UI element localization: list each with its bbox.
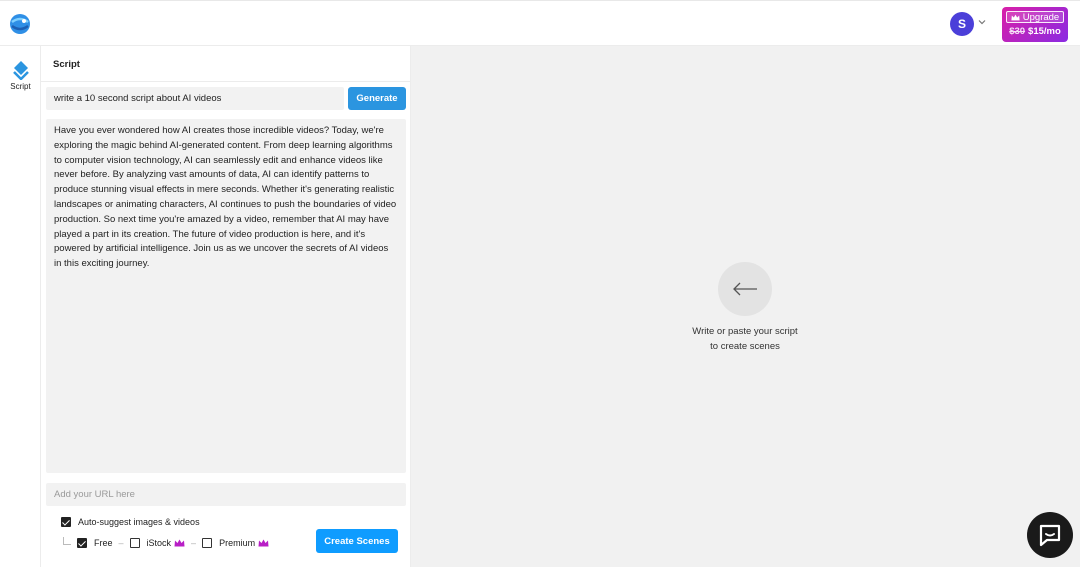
free-checkbox[interactable]: [77, 538, 87, 548]
left-rail: Script: [0, 46, 41, 567]
panel-title: Script: [53, 59, 80, 70]
separator-dash: –: [118, 538, 124, 548]
chat-support-button[interactable]: [1027, 512, 1073, 558]
empty-state-line1: Write or paste your script: [692, 326, 798, 337]
crown-icon: [258, 539, 269, 547]
empty-state-text: Write or paste your script to create sce…: [645, 324, 845, 354]
create-scenes-button[interactable]: Create Scenes: [316, 529, 398, 553]
avatar[interactable]: S: [950, 12, 974, 36]
crown-icon: [174, 539, 185, 547]
chat-icon: [1039, 524, 1061, 547]
rail-item-label: Script: [10, 82, 31, 91]
upgrade-old-price: $30: [1009, 26, 1026, 37]
istock-label: iStock: [146, 538, 172, 548]
source-options: Free – iStock – Premium: [77, 538, 269, 548]
url-input[interactable]: [46, 483, 406, 506]
generate-button[interactable]: Generate: [348, 87, 406, 110]
arrow-left-icon: [733, 282, 757, 296]
premium-label: Premium: [219, 538, 256, 548]
auto-suggest-checkbox[interactable]: [61, 517, 71, 527]
app-logo-icon[interactable]: [8, 12, 32, 36]
script-icon: [12, 61, 29, 80]
empty-state-line2: to create scenes: [710, 341, 780, 352]
crown-icon: [1011, 14, 1020, 20]
script-panel: Script Generate Have you ever wondered h…: [41, 46, 411, 567]
free-label: Free: [94, 538, 113, 548]
upgrade-price: $30 $15/mo: [1002, 26, 1068, 38]
prompt-input[interactable]: [46, 87, 344, 110]
tree-connector: [63, 537, 71, 545]
panel-divider: [41, 81, 411, 82]
upgrade-new-price: $15/mo: [1028, 26, 1061, 37]
avatar-initial: S: [957, 17, 966, 31]
upgrade-button[interactable]: Upgrade $30 $15/mo: [1002, 7, 1068, 42]
arrow-placeholder: [718, 262, 772, 316]
top-bar: S Upgrade $30 $15/mo: [0, 0, 1080, 46]
premium-checkbox[interactable]: [202, 538, 213, 548]
auto-suggest-label: Auto-suggest images & videos: [78, 517, 200, 527]
upgrade-label: Upgrade: [1022, 11, 1060, 23]
separator-dash: –: [191, 538, 197, 548]
upgrade-label-box: Upgrade: [1006, 11, 1064, 23]
chevron-down-icon[interactable]: [977, 17, 987, 27]
script-textarea[interactable]: Have you ever wondered how AI creates th…: [46, 119, 406, 473]
scenes-canvas: Write or paste your script to create sce…: [411, 46, 1080, 567]
rail-item-script[interactable]: Script: [0, 60, 41, 91]
auto-suggest-row: Auto-suggest images & videos: [61, 517, 200, 527]
istock-checkbox[interactable]: [129, 538, 140, 548]
